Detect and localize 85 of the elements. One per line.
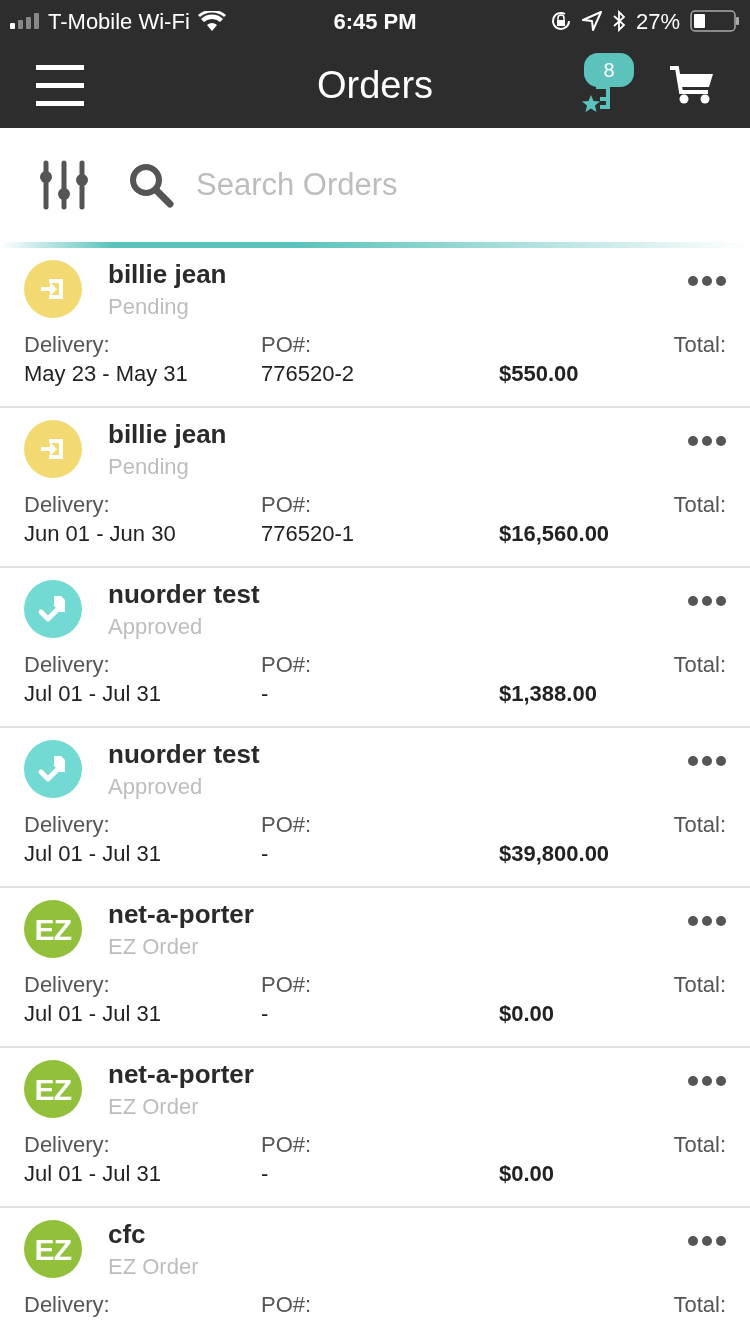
total-label: Total: <box>672 491 726 519</box>
delivery-label: Delivery: <box>24 331 111 359</box>
sign-in-icon <box>24 420 82 478</box>
order-name: billie jean <box>108 258 227 291</box>
delivery-label: Delivery: <box>24 491 111 519</box>
starred-list-button[interactable]: 8 <box>582 55 634 115</box>
order-name: net-a-porter <box>108 898 254 931</box>
po-label: PO#: <box>261 971 313 999</box>
document-check-icon <box>24 580 82 638</box>
wifi-icon <box>197 11 226 31</box>
sliders-icon <box>38 160 90 210</box>
total-label: Total: <box>672 811 726 839</box>
po-label: PO#: <box>261 1131 313 1159</box>
order-status: EZ Order <box>108 1253 199 1281</box>
battery-percent: 27% <box>635 7 680 36</box>
delivery-label: Delivery: <box>24 811 111 839</box>
po-number: - <box>261 1160 270 1188</box>
page-title: Orders <box>316 62 434 108</box>
delivery-label: Delivery: <box>24 1131 111 1159</box>
po-label: PO#: <box>261 331 313 359</box>
total-label: Total: <box>672 331 726 359</box>
order-status: Pending <box>108 293 190 321</box>
order-total: $39,800.00 <box>499 840 611 868</box>
more-button[interactable] <box>688 1236 726 1246</box>
more-button[interactable] <box>688 916 726 926</box>
location-icon <box>581 11 602 31</box>
more-button[interactable] <box>688 276 726 286</box>
order-status: Approved <box>108 613 204 641</box>
cart-icon <box>670 65 714 105</box>
po-label: PO#: <box>261 811 313 839</box>
order-total: $1,388.00 <box>499 680 598 708</box>
total-label: Total: <box>672 1131 726 1159</box>
delivery-dates: Jul 01 - Jul 31 <box>24 680 162 708</box>
filter-button[interactable] <box>38 160 90 210</box>
bluetooth-icon <box>611 10 626 32</box>
order-total: $550.00 <box>499 360 580 388</box>
sign-in-icon <box>24 260 82 318</box>
cart-button[interactable] <box>670 65 714 105</box>
order-total: $16,560.00 <box>499 520 611 548</box>
order-name: billie jean <box>108 418 227 451</box>
total-label: Total: <box>672 651 726 679</box>
delivery-label: Delivery: <box>24 651 111 679</box>
order-total: $0.00 <box>499 1000 556 1028</box>
search-field[interactable]: Search Orders <box>196 161 712 209</box>
total-label: Total: <box>672 1291 726 1319</box>
delivery-dates: Jul 01 - Jul 31 <box>24 840 162 868</box>
po-number: 776520-2 <box>261 360 355 388</box>
po-number: 776520-1 <box>261 520 355 548</box>
delivery-label: Delivery: <box>24 1291 111 1319</box>
more-button[interactable] <box>688 596 726 606</box>
rotation-lock-icon <box>549 10 572 32</box>
delivery-label: Delivery: <box>24 971 111 999</box>
search-icon <box>128 162 174 208</box>
po-label: PO#: <box>261 651 313 679</box>
delivery-dates: Jul 01 - Jul 31 <box>24 1160 162 1188</box>
battery-icon <box>690 10 740 32</box>
po-number: - <box>261 680 270 708</box>
order-total: $0.00 <box>499 1160 556 1188</box>
ez-badge: EZ <box>24 1220 82 1278</box>
order-name: nuorder test <box>108 578 260 611</box>
total-label: Total: <box>672 971 726 999</box>
po-number: - <box>261 1000 270 1028</box>
ez-badge: EZ <box>24 900 82 958</box>
delivery-dates: Jun 01 - Jun 30 <box>24 520 177 548</box>
po-number: - <box>261 840 270 868</box>
carrier-name: T-Mobile Wi-Fi <box>48 7 190 36</box>
po-label: PO#: <box>261 491 313 519</box>
more-button[interactable] <box>688 756 726 766</box>
document-check-icon <box>24 740 82 798</box>
more-button[interactable] <box>688 436 726 446</box>
order-status: Pending <box>108 453 190 481</box>
delivery-dates: May 23 - May 31 <box>24 360 189 388</box>
order-status: Approved <box>108 773 204 801</box>
order-name: cfc <box>108 1218 147 1251</box>
count-badge: 8 <box>584 53 634 87</box>
menu-button[interactable] <box>36 64 84 106</box>
delivery-dates: Jul 01 - Jul 31 <box>24 1000 162 1028</box>
order-status: EZ Order <box>108 1093 200 1121</box>
po-label: PO#: <box>261 1291 313 1319</box>
more-button[interactable] <box>688 1076 726 1086</box>
order-status: EZ Order <box>108 933 200 961</box>
order-name: nuorder test <box>108 738 260 771</box>
ez-badge: EZ <box>24 1060 82 1118</box>
status-time: 6:45 PM <box>333 7 417 36</box>
order-name: net-a-porter <box>108 1058 254 1091</box>
